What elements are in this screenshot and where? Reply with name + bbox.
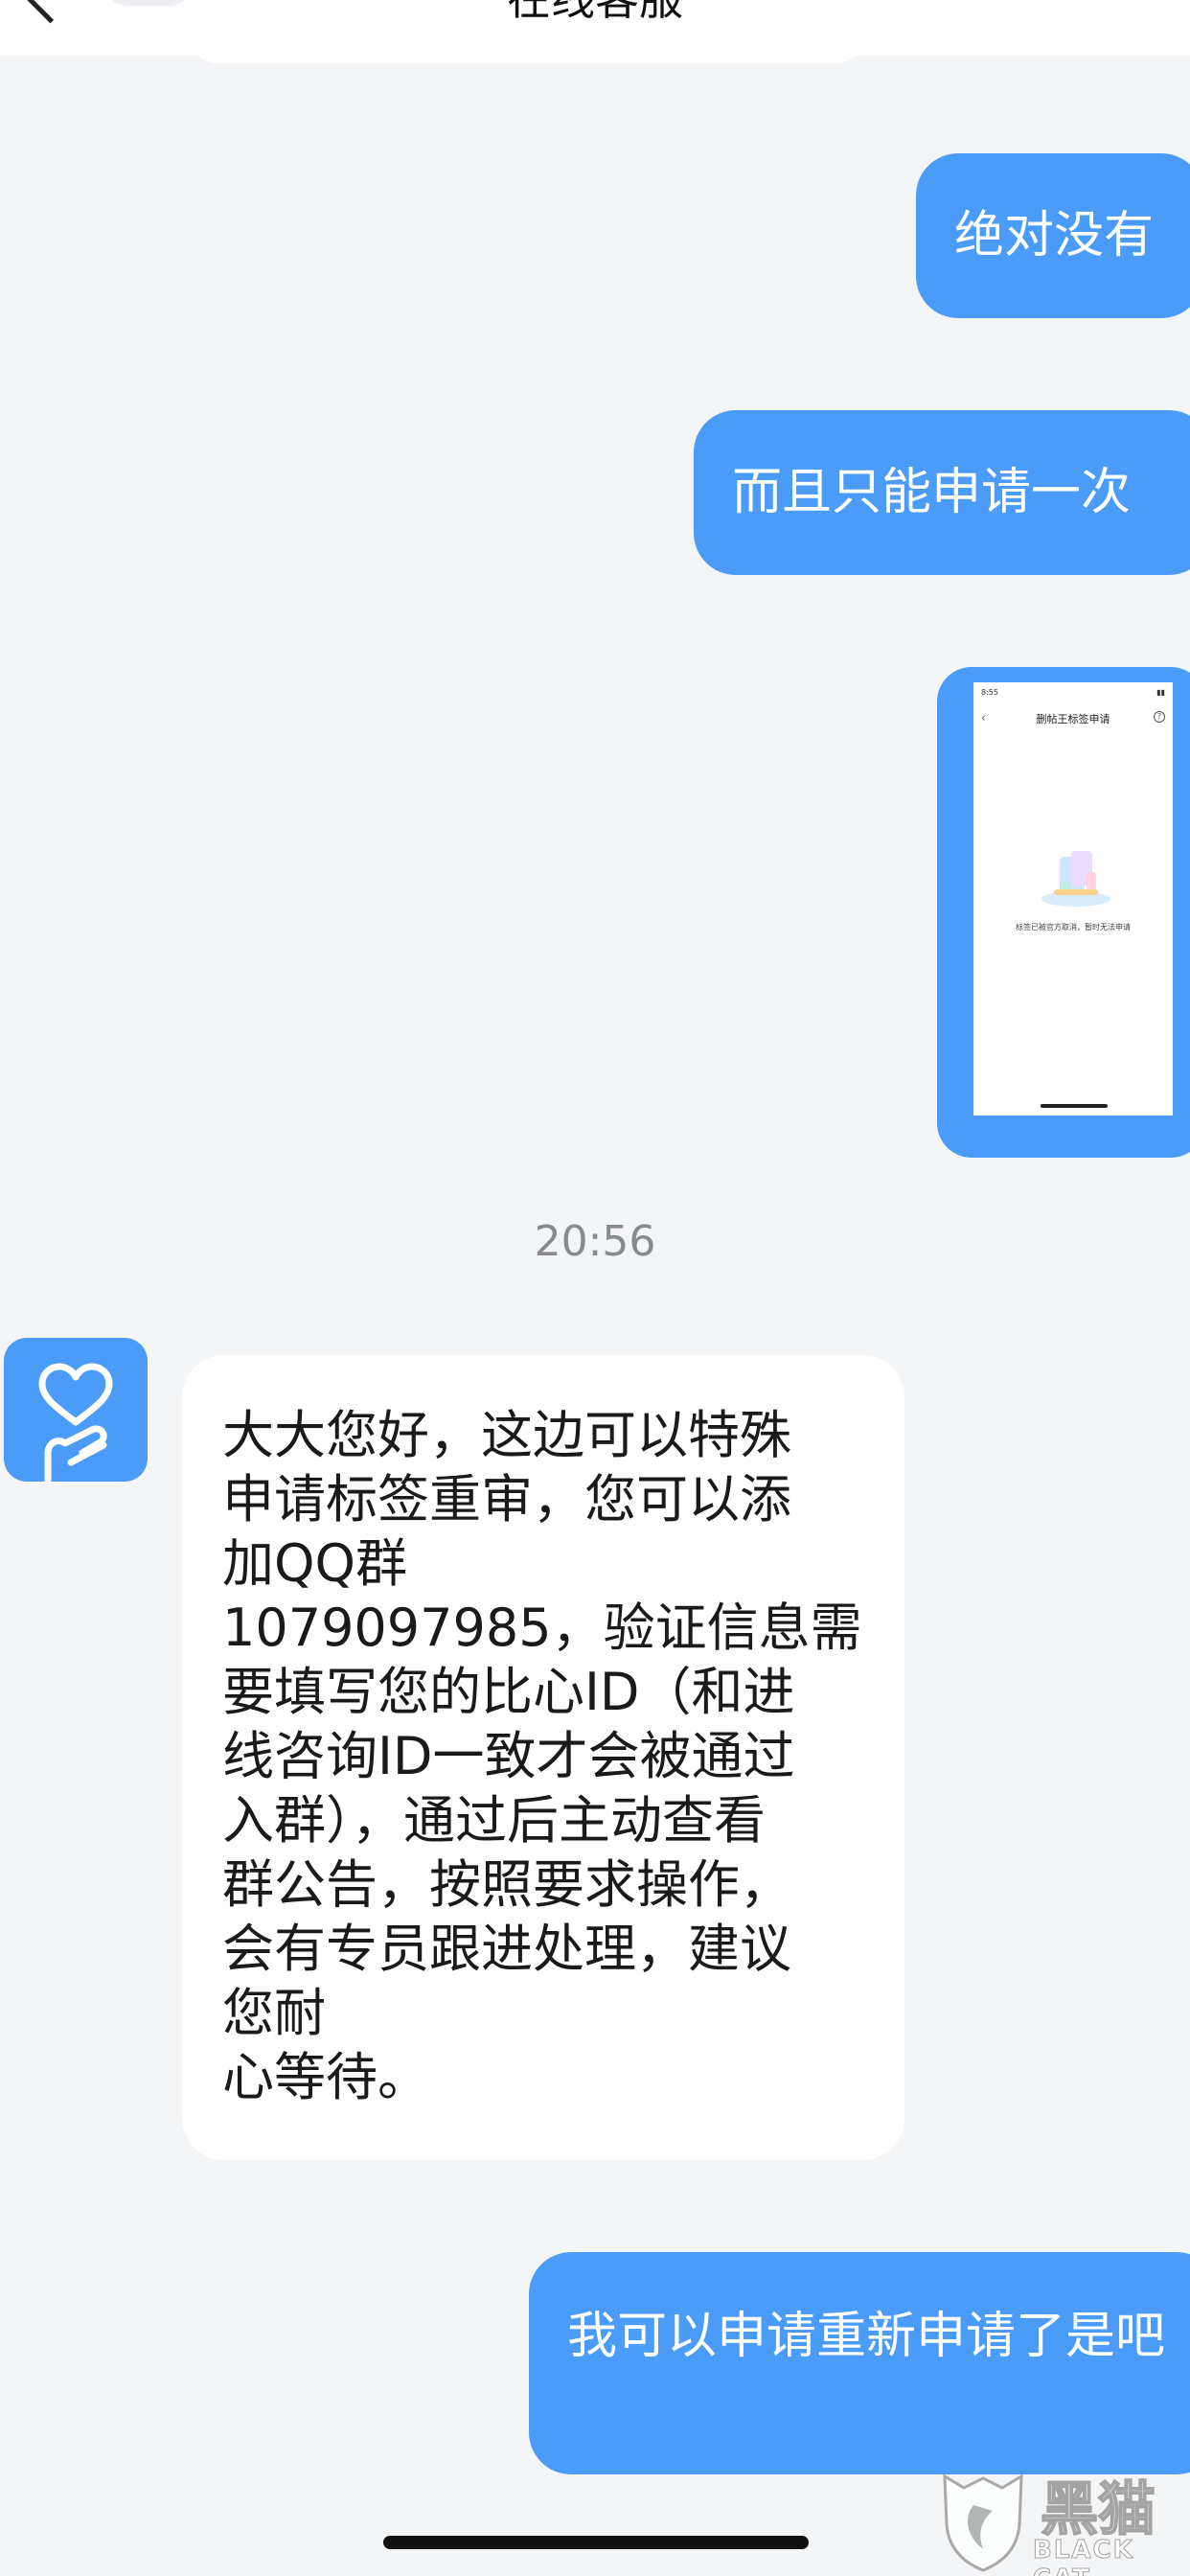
message-line: 要填写您的比心ID（和进 bbox=[222, 1662, 795, 1722]
previous-message-card bbox=[192, 38, 862, 63]
message-line: 心等待。 bbox=[222, 2047, 429, 2107]
watermark-en-text: BLACK CAT bbox=[1033, 2536, 1134, 2576]
message-line: 1079097985，验证信息需 bbox=[222, 1598, 862, 1658]
message-line: 入群），通过后主动查看 bbox=[222, 1790, 766, 1851]
black-cat-watermark: 黑猫 BLACK CAT bbox=[927, 2463, 1190, 2576]
outgoing-message[interactable]: 而且只能申请一次 bbox=[694, 410, 1190, 575]
thumb-status-icons: ▮▮ bbox=[1156, 688, 1165, 697]
message-timestamp: 20:56 bbox=[534, 1217, 656, 1266]
incoming-message[interactable]: 大大您好，这边可以特殊 申请标签重审，您可以添 加QQ群 1079097985，… bbox=[182, 1355, 904, 2160]
thumb-help-icon: ? bbox=[1154, 711, 1165, 723]
message-line: 群公告，按照要求操作， bbox=[222, 1854, 791, 1915]
heart-hand-avatar-icon bbox=[38, 1363, 113, 1482]
page-title: 在线客服 bbox=[0, 0, 1190, 23]
watermark-cn-text: 黑猫 bbox=[1040, 2475, 1156, 2544]
outgoing-image-message[interactable]: 8:55 ▮▮ ‹ 删帖王标签申请 ? 标签已被官方取消，暂时无法申请 bbox=[937, 667, 1190, 1158]
home-indicator[interactable] bbox=[383, 2536, 809, 2549]
message-line: 线咨询ID一致才会被通过 bbox=[222, 1726, 795, 1786]
black-cat-shield-logo-icon bbox=[943, 2473, 1023, 2572]
message-line: 会有专员跟进处理，建议 bbox=[222, 1919, 791, 1979]
message-line: 您耐 bbox=[222, 1983, 326, 2043]
chat-screen: 在线客服 绝对没有 而且只能申请一次 8:55 ▮▮ ‹ 删帖王标签申请 ? 标… bbox=[0, 0, 1190, 2576]
message-line: 申请标签重审，您可以添 bbox=[222, 1469, 791, 1530]
empty-state-illustration-icon bbox=[1041, 851, 1110, 907]
message-line: 加QQ群 bbox=[222, 1533, 408, 1594]
thumb-home-indicator bbox=[1041, 1104, 1108, 1108]
thumb-nav-title: 删帖王标签申请 bbox=[1036, 713, 1110, 725]
message-line: 大大您好，这边可以特殊 bbox=[222, 1405, 791, 1465]
screenshot-thumbnail[interactable]: 8:55 ▮▮ ‹ 删帖王标签申请 ? 标签已被官方取消，暂时无法申请 bbox=[973, 682, 1173, 1116]
agent-avatar[interactable] bbox=[4, 1338, 148, 1482]
thumb-caption: 标签已被官方取消，暂时无法申请 bbox=[1016, 923, 1131, 932]
outgoing-message[interactable]: 我可以申请重新申请了是吧 bbox=[529, 2252, 1190, 2474]
outgoing-message[interactable]: 绝对没有 bbox=[916, 153, 1190, 318]
thumb-status-time: 8:55 bbox=[981, 688, 998, 697]
